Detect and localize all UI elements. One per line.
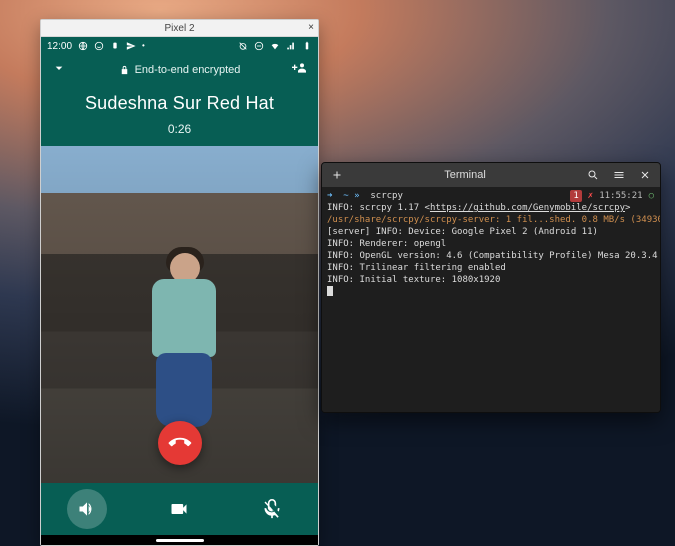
terminal-window[interactable]: Terminal 1 ✗ 11:55:21 ○ ➜ ~ » scrcpy INF… [321,162,661,413]
call-duration: 0:26 [47,122,312,136]
gesture-pill[interactable] [156,539,204,542]
call-toolbar: End-to-end encrypted [41,55,318,85]
add-participant-button[interactable] [292,60,308,81]
phone-screen: 12:00 • [41,37,318,545]
status-clock: 12:00 [47,41,72,52]
android-statusbar: 12:00 • [41,37,318,55]
menu-button[interactable] [610,167,628,183]
close-button[interactable] [636,167,654,183]
android-gesture-bar[interactable] [41,535,318,545]
sync-indicator: ○ [649,190,654,202]
dnd-icon [254,41,264,51]
terminal-output-line: INFO: Trilinear filtering enabled [327,262,655,274]
dot-icon: • [142,41,152,51]
scrcpy-titlebar[interactable]: Pixel 2 × [41,20,318,37]
lock-icon [119,65,130,76]
speaker-icon [77,499,97,519]
new-tab-button[interactable] [328,167,346,183]
scrcpy-window[interactable]: Pixel 2 × 12:00 [40,19,319,546]
wifi-icon [270,41,280,51]
terminal-titlebar[interactable]: Terminal [322,163,660,187]
notification-icon [110,41,120,51]
phone-icon [164,427,195,458]
terminal-output-line: INFO: Renderer: opengl [327,238,655,250]
mute-button[interactable] [252,489,292,529]
terminal-output-line: [server] INFO: Device: Google Pixel 2 (A… [327,226,655,238]
whatsapp-icon [94,41,104,51]
prompt-right-status: 1 ✗ 11:55:21 ○ [570,190,654,202]
call-video-area [41,146,318,483]
terminal-cursor-line [327,286,655,299]
desktop-wallpaper: Pixel 2 × 12:00 [0,0,675,546]
speaker-button[interactable] [67,489,107,529]
end-call-button[interactable] [158,421,202,465]
send-icon [126,41,136,51]
terminal-body[interactable]: 1 ✗ 11:55:21 ○ ➜ ~ » scrcpy INFO: scrcpy… [322,187,660,412]
git-status: ✗ [588,190,593,202]
caller-info: Sudeshna Sur Red Hat 0:26 [41,85,318,146]
close-icon[interactable]: × [308,22,314,33]
encryption-indicator: End-to-end encrypted [119,64,241,76]
alarm-off-icon [238,41,248,51]
terminal-output-line: INFO: scrcpy 1.17 <https://github.com/Ge… [327,202,655,214]
camera-icon [169,499,189,519]
signal-icon [286,41,296,51]
terminal-output-line: /usr/share/scrcpy/scrcpy-server: 1 fil..… [327,214,655,226]
prompt-clock: 11:55:21 [599,190,642,202]
call-controls [41,483,318,535]
exit-code: 1 [570,190,581,202]
battery-icon [302,41,312,51]
caller-name: Sudeshna Sur Red Hat [47,93,312,114]
terminal-output-line: INFO: OpenGL version: 4.6 (Compatibility… [327,250,655,262]
terminal-cursor [327,286,333,296]
encryption-label: End-to-end encrypted [135,64,241,76]
scrcpy-title: Pixel 2 [164,23,194,34]
scrcpy-url: https://github.com/Genymobile/scrcpy [430,203,625,213]
search-button[interactable] [584,167,602,183]
remote-video-placeholder [146,247,222,427]
terminal-output-line: INFO: Initial texture: 1080x1920 [327,274,655,286]
minimize-call-button[interactable] [51,60,67,81]
globe-icon [78,41,88,51]
mic-off-icon [262,499,282,519]
terminal-title: Terminal [354,169,576,181]
video-button[interactable] [159,489,199,529]
